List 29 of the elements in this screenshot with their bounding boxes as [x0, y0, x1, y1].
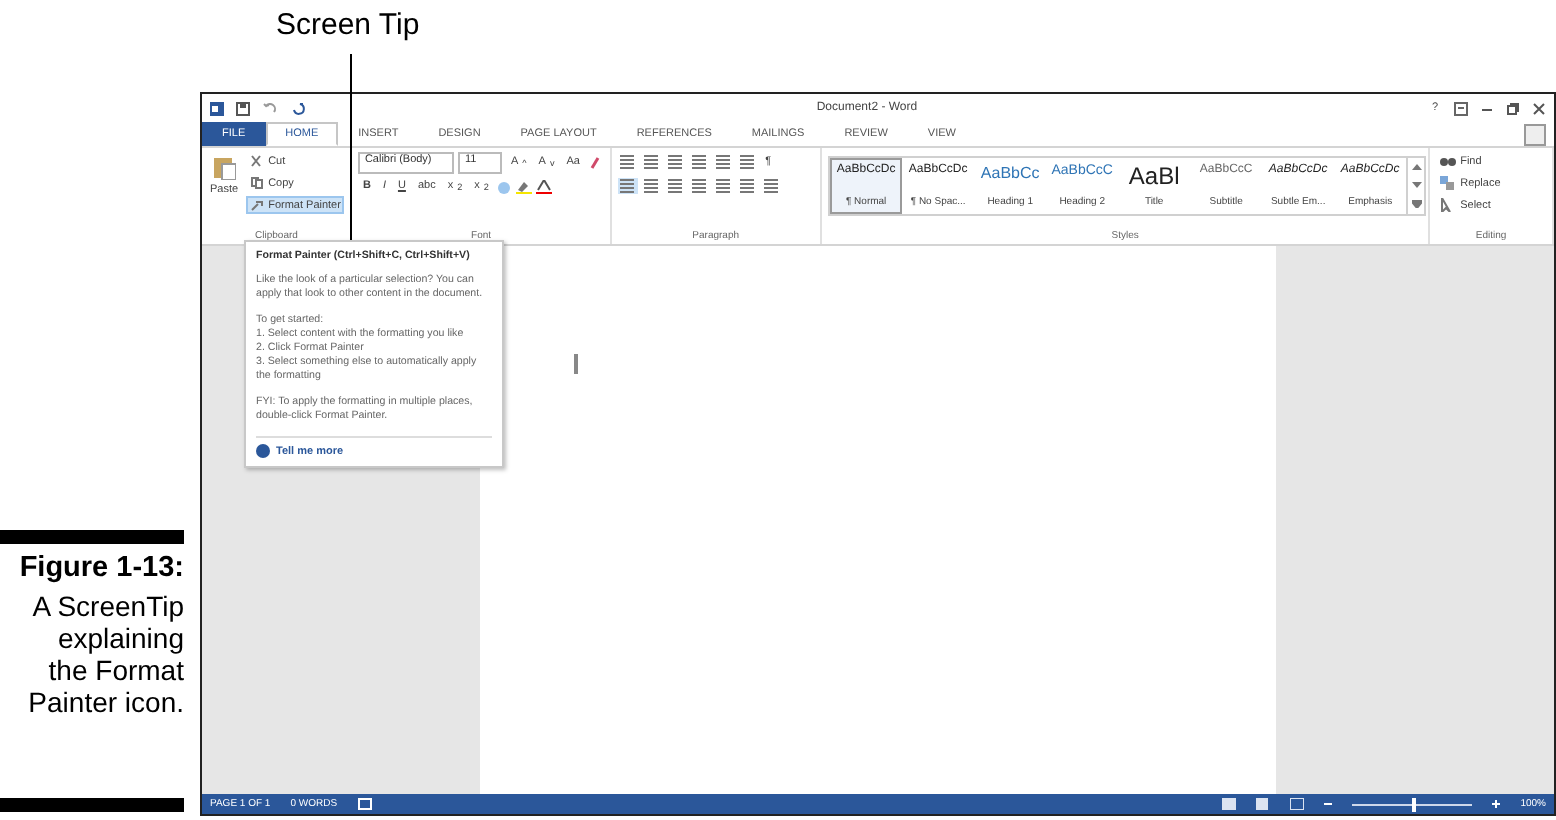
figure-number: Figure 1-13: [17, 550, 184, 584]
pointer-icon [1440, 198, 1457, 212]
highlight-icon[interactable] [516, 179, 533, 193]
scroll-up-icon[interactable] [1411, 164, 1422, 170]
redo-icon[interactable] [292, 101, 306, 115]
more-styles-icon[interactable] [1411, 200, 1422, 208]
scissors-icon [250, 154, 265, 168]
callout-label: Screen Tip [276, 8, 420, 42]
copy-icon [250, 176, 265, 190]
restore-icon[interactable] [1506, 101, 1520, 115]
user-avatar[interactable] [1524, 123, 1546, 145]
zoom-out-icon[interactable] [1324, 800, 1333, 808]
binoculars-icon [1440, 154, 1457, 168]
scroll-down-icon[interactable] [1411, 182, 1422, 188]
zoom-thumb[interactable] [1412, 797, 1417, 811]
brush-icon [250, 198, 265, 212]
ribbon-display-icon[interactable] [1454, 101, 1468, 115]
close-icon[interactable] [1532, 101, 1546, 115]
clipboard-icon [212, 154, 237, 180]
text-cursor [574, 354, 578, 374]
undo-icon[interactable] [262, 101, 280, 115]
zoom-in-icon[interactable] [1492, 800, 1501, 808]
word-logo-icon[interactable] [210, 101, 224, 115]
print-layout-icon[interactable] [1256, 798, 1271, 810]
help-icon [256, 444, 270, 458]
save-icon[interactable] [236, 101, 250, 115]
read-mode-icon[interactable] [1222, 798, 1237, 810]
figure-caption: A ScreenTip explaining the Format Painter icon. [26, 588, 184, 722]
font-color-icon[interactable] [536, 179, 553, 193]
